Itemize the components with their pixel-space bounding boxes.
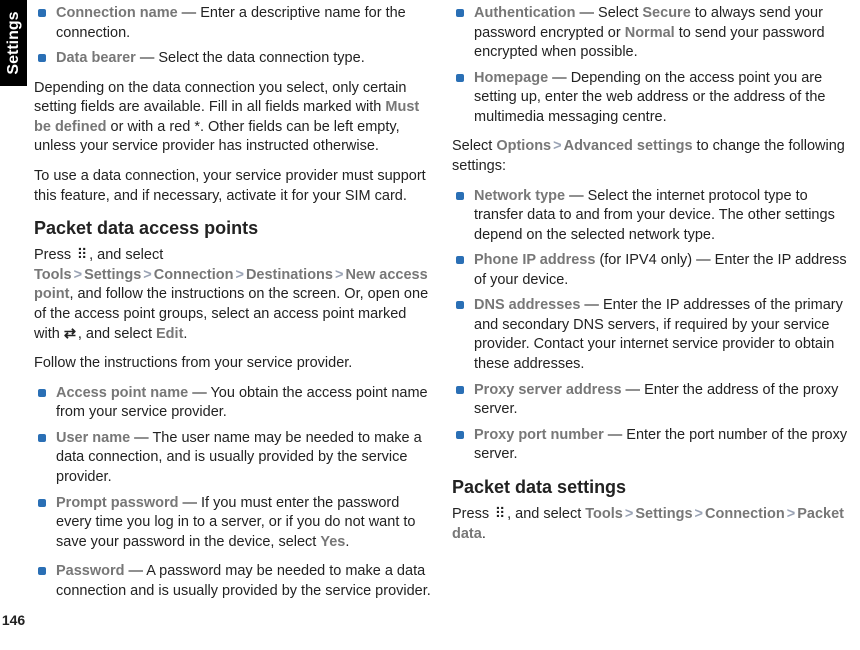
term: Prompt password <box>56 495 178 511</box>
paragraph: Press ⠿, and select Tools>Settings>Conne… <box>452 505 852 544</box>
section-tab-label: Settings <box>3 11 25 74</box>
chevron-right-icon: > <box>235 267 243 283</box>
page-number: 146 <box>0 611 27 630</box>
bullet-icon <box>456 9 464 17</box>
chevron-right-icon: > <box>335 267 343 283</box>
chevron-right-icon: > <box>553 138 561 154</box>
list-item: Access point name — You obtain the acces… <box>34 384 434 423</box>
chevron-right-icon: > <box>695 506 703 522</box>
paragraph: Depending on the data connection you sel… <box>34 79 434 157</box>
paragraph: Press ⠿, and select Tools>Settings>Conne… <box>34 246 434 344</box>
edit-icon: ⇄ <box>64 325 78 345</box>
term: Password <box>56 563 125 579</box>
bullet-icon <box>38 567 46 575</box>
bullet-icon <box>38 434 46 442</box>
list-item: Prompt password — If you must enter the … <box>34 494 434 553</box>
bullet-icon <box>456 256 464 264</box>
paragraph: Follow the instructions from your servic… <box>34 354 434 374</box>
term: Access point name <box>56 385 188 401</box>
term: Proxy port number <box>474 427 604 443</box>
bullet-icon <box>38 54 46 62</box>
sidebar: Settings 146 <box>0 0 30 650</box>
list-item: User name — The user name may be needed … <box>34 429 434 488</box>
bullet-icon <box>456 431 464 439</box>
paragraph: To use a data connection, your service p… <box>34 167 434 206</box>
term: Data bearer <box>56 50 136 66</box>
list-item: Network type — Select the internet proto… <box>452 187 852 246</box>
menu-key-icon: ⠿ <box>493 505 507 525</box>
term: Connection name <box>56 5 178 21</box>
term: Homepage <box>474 70 548 86</box>
term: Proxy server address <box>474 382 622 398</box>
list-item: Homepage — Depending on the access point… <box>452 69 852 128</box>
term: Phone IP address <box>474 252 595 268</box>
heading-packet-settings: Packet data settings <box>452 475 852 499</box>
bullet-icon <box>38 9 46 17</box>
bullet-icon <box>456 74 464 82</box>
list-item: Connection name — Enter a descriptive na… <box>34 4 434 43</box>
paragraph: Select Options>Advanced settings to chan… <box>452 137 852 176</box>
list-item: Password — A password may be needed to m… <box>34 562 434 601</box>
chevron-right-icon: > <box>74 267 82 283</box>
bullet-icon <box>38 499 46 507</box>
bullet-icon <box>456 192 464 200</box>
list-item: Proxy port number — Enter the port numbe… <box>452 426 852 465</box>
list-col2b: Network type — Select the internet proto… <box>452 187 852 465</box>
chevron-right-icon: > <box>787 506 795 522</box>
section-tab: Settings <box>0 0 27 86</box>
menu-key-icon: ⠿ <box>75 246 89 266</box>
page-content: Connection name — Enter a descriptive na… <box>34 4 852 644</box>
term: DNS addresses <box>474 297 580 313</box>
list-item: Phone IP address (for IPV4 only) — Enter… <box>452 251 852 290</box>
chevron-right-icon: > <box>143 267 151 283</box>
list-item: DNS addresses — Enter the IP addresses o… <box>452 296 852 374</box>
term: Authentication <box>474 5 576 21</box>
term: User name <box>56 430 130 446</box>
desc: — Select the data connection type. <box>136 50 365 66</box>
chevron-right-icon: > <box>625 506 633 522</box>
bullet-icon <box>456 386 464 394</box>
list-top: Connection name — Enter a descriptive na… <box>34 4 434 69</box>
heading-packet-ap: Packet data access points <box>34 216 434 240</box>
list-item: Proxy server address — Enter the address… <box>452 381 852 420</box>
list-item: Data bearer — Select the data connection… <box>34 49 434 69</box>
list-ap: Access point name — You obtain the acces… <box>34 384 434 553</box>
list-item: Authentication — Select Secure to always… <box>452 4 852 63</box>
bullet-icon <box>456 301 464 309</box>
bullet-icon <box>38 389 46 397</box>
term: Network type <box>474 188 565 204</box>
